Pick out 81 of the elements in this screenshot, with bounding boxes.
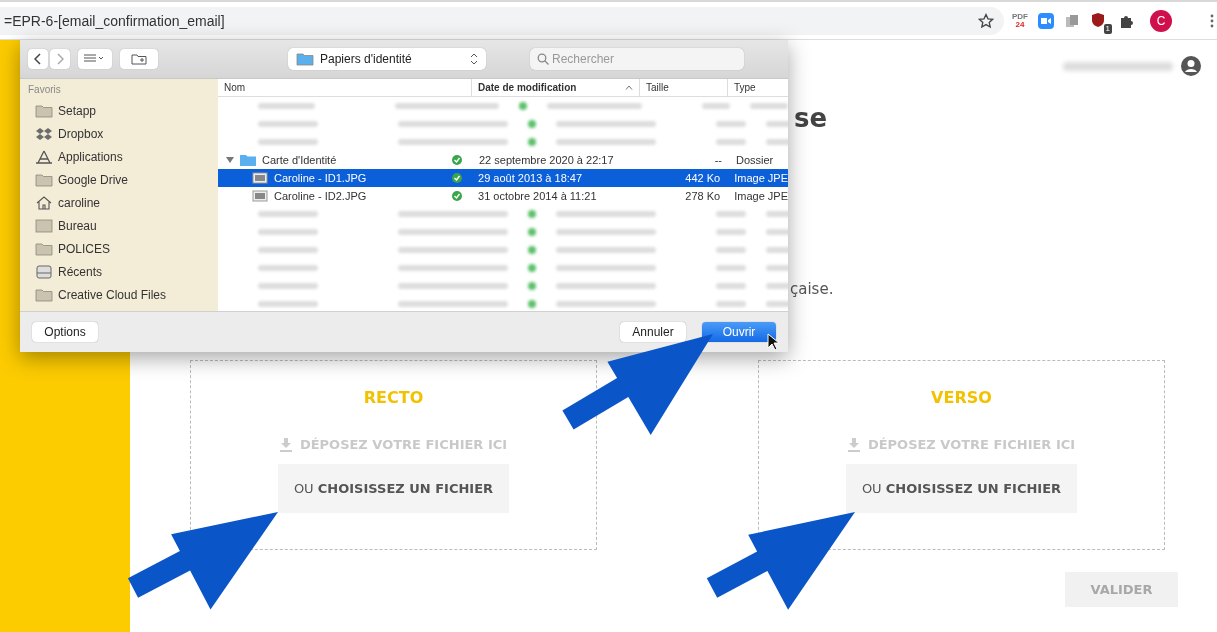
sort-caret-icon [625,85,633,90]
synced-check-icon [452,191,462,201]
file-type: Image JPE [733,172,788,184]
file-row[interactable]: Caroline - ID1.JPG 29 août 2013 à 18:47 442 Ko Image JPE [218,169,788,187]
search-icon [537,53,549,65]
page-text: çaise. [790,279,835,299]
sidebar-item[interactable]: Setapp [28,99,210,122]
file-row[interactable]: Caroline - ID2.JPG 31 octobre 2014 à 11:21 278 Ko Image JPE [218,187,788,205]
applications-icon [35,149,53,164]
new-folder-icon [131,53,147,65]
folder-icon [35,172,53,187]
location-popup[interactable]: Papiers d'identité [288,48,486,70]
sidebar-heading: Favoris [28,83,62,97]
file-name: Carte d'Identité [262,154,337,166]
list-view-icon [84,54,106,64]
sidebar-item[interactable]: Creative Cloud Files [28,283,210,306]
column-header[interactable]: Date de modification [472,79,640,96]
dialog-button[interactable]: Options [32,322,98,342]
video-camera-icon[interactable] [1038,12,1054,29]
sidebar-item[interactable]: Bureau [28,214,210,237]
choose-file-button[interactable]: OU CHOISISSEZ UN FICHIER [845,464,1078,513]
extension-badge: 1 [1103,23,1112,34]
file-row[interactable]: Carte d'Identité 22 septembre 2020 à 22:17 -- Dossier [218,151,788,169]
folder-icon [35,241,53,256]
desktop-folder-icon [35,218,53,233]
open-button[interactable]: Ouvrir [702,322,776,342]
sidebar-item[interactable]: POLICES [28,237,210,260]
mouse-cursor-icon [767,333,779,351]
synced-check-icon [452,155,462,165]
updown-chevron-icon [470,53,478,65]
file-type: Dossier [735,154,774,166]
image-file-icon [251,171,269,185]
sidebar-item[interactable]: Dropbox [28,122,210,145]
sidebar-item[interactable]: caroline [28,191,210,214]
choose-file-button[interactable]: OU CHOISISSEZ UN FICHIER [277,464,510,513]
new-folder-button[interactable] [120,49,158,69]
column-header[interactable]: Type [728,79,788,96]
modified-date: 29 août 2013 à 18:47 [477,172,584,184]
synced-check-icon [452,173,462,183]
pdf-extension-icon[interactable]: PDF 24 [1012,12,1028,29]
chevron-right-icon [56,53,64,65]
file-name: Caroline - ID2.JPG [274,190,367,202]
account-icon[interactable] [1181,56,1201,76]
chevron-left-icon [34,53,42,65]
collapse-triangle-icon[interactable] [226,156,234,164]
file-type: Image JPE [733,190,788,202]
dropbox-icon [35,126,53,141]
column-header[interactable]: Nom [218,79,472,96]
dropzone-title: VERSO [931,388,992,407]
file-name: Caroline - ID1.JPG [274,172,367,184]
search-field[interactable]: Rechercher [530,48,744,70]
folder-icon [296,52,314,66]
page-heading: se [794,102,829,135]
file-size: -- [713,154,722,166]
sidebar-item[interactable]: Google Drive [28,168,210,191]
view-mode-button[interactable] [78,49,112,69]
column-header[interactable]: Taille [640,79,728,96]
sidebar-item[interactable]: Applications [28,145,210,168]
image-file-icon [251,189,269,203]
folder-icon [239,153,257,167]
folder-icon [35,287,53,302]
dropzone-title: RECTO [363,388,424,407]
download-icon [847,437,860,452]
folder-icon [35,103,53,118]
address-text: =EPR-6-[email_confirmation_email] [4,12,225,29]
dialog-button[interactable]: Annuler [620,322,686,342]
recents-icon [35,264,53,279]
home-icon [35,195,53,210]
profile-avatar[interactable]: C [1150,9,1172,32]
file-size: 442 Ko [684,172,721,184]
download-icon [279,437,292,452]
shield-icon[interactable] [1090,11,1106,28]
star-icon[interactable] [978,12,994,29]
back-button[interactable] [28,49,48,69]
menu-icon[interactable] [1210,12,1214,29]
modified-date: 31 octobre 2014 à 11:21 [477,190,598,202]
pages-icon[interactable] [1064,12,1080,29]
sidebar-item[interactable]: Récents [28,260,210,283]
file-size: 278 Ko [684,190,721,202]
modified-date: 22 septembre 2020 à 22:17 [478,154,615,166]
address-bar[interactable]: =EPR-6-[email_confirmation_email] [0,6,1004,35]
